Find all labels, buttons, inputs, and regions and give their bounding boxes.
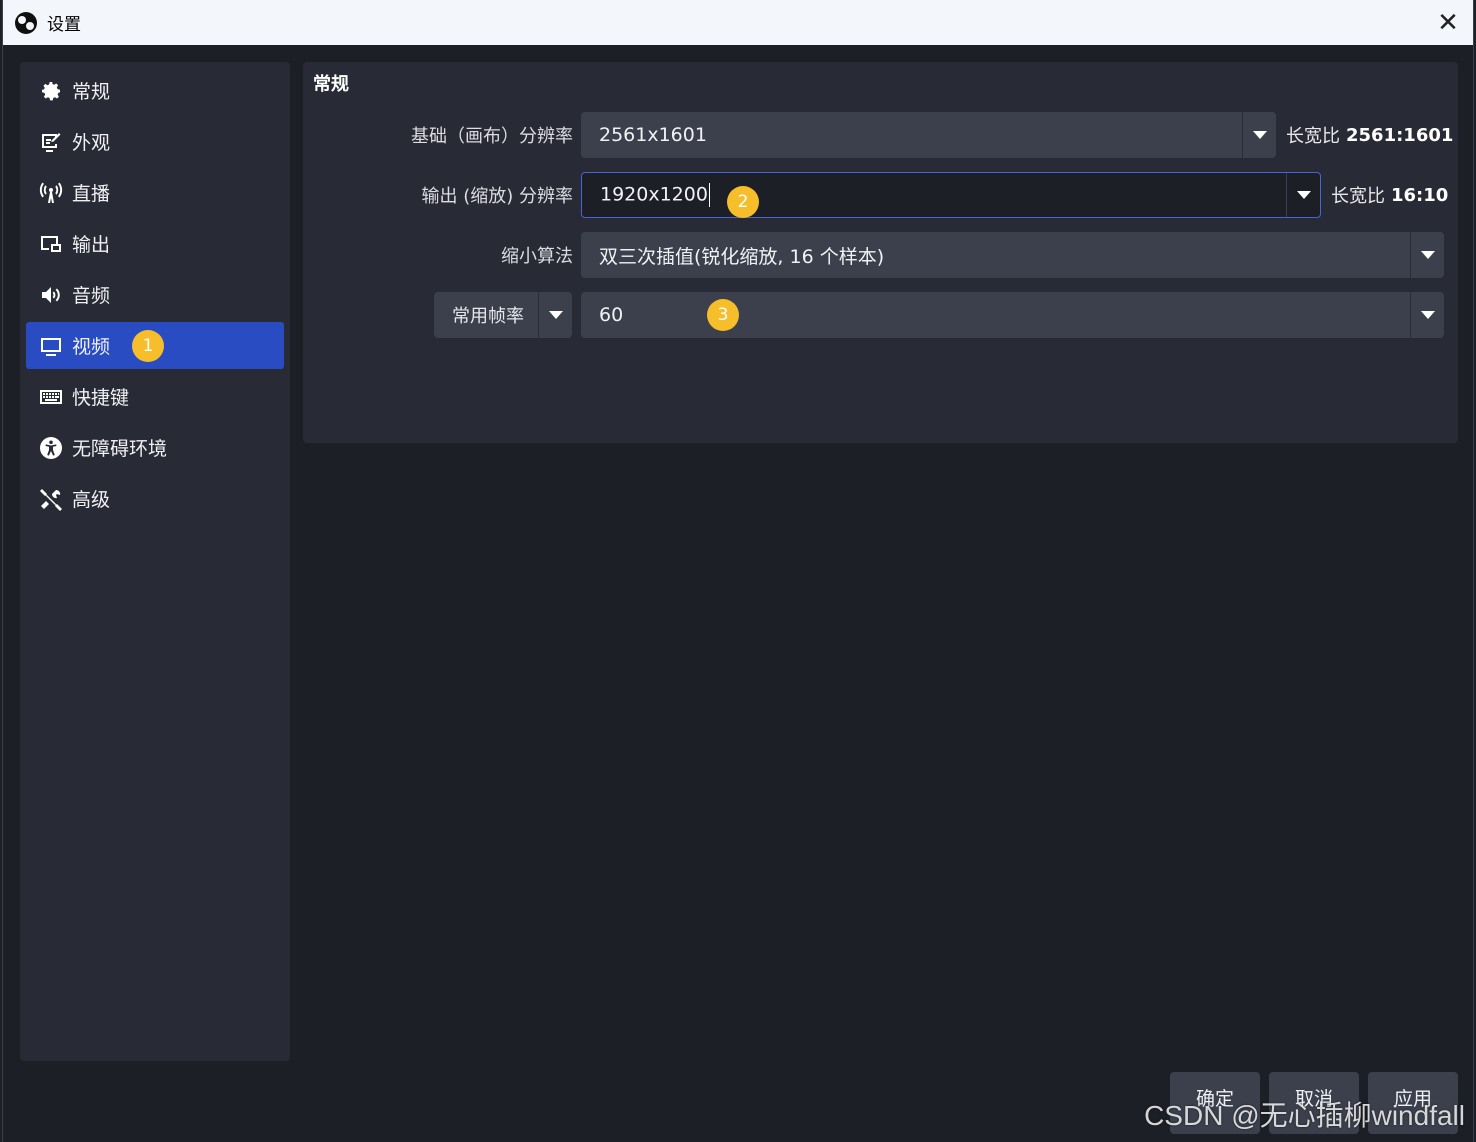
sidebar-item-video[interactable]: 视频 1 [26, 322, 284, 369]
base-aspect-ratio: 长宽比 2561:1601 [1286, 124, 1454, 148]
sidebar-item-label: 无障碍环境 [72, 438, 168, 460]
fps-value: 60 [599, 304, 624, 326]
output-aspect-ratio: 长宽比 16:10 [1331, 184, 1449, 208]
base-resolution-combo[interactable]: 2561x1601 [581, 112, 1276, 158]
output-resolution-row: 输出 (缩放) 分辨率 1920x1200 2 长宽比 16:10 [303, 172, 1458, 218]
sidebar-item-label: 视频 [72, 336, 111, 358]
sidebar-item-stream[interactable]: 直播 [26, 169, 284, 216]
sidebar-item-hotkeys[interactable]: 快捷键 [26, 373, 284, 420]
sidebar-item-general[interactable]: 常规 [26, 67, 284, 114]
fps-row: 常用帧率 60 3 [303, 292, 1458, 338]
fps-type-value: 常用帧率 [452, 306, 524, 327]
downscale-filter-row: 缩小算法 双三次插值(锐化缩放, 16 个样本) [303, 232, 1458, 278]
sidebar-item-label: 外观 [72, 132, 111, 154]
output-resolution-combo[interactable]: 1920x1200 [581, 172, 1321, 218]
step-marker-1: 1 [132, 330, 164, 362]
close-icon[interactable]: ✕ [1433, 8, 1463, 38]
sidebar-item-label: 快捷键 [72, 387, 130, 409]
sidebar-item-label: 直播 [72, 183, 111, 205]
chevron-down-icon[interactable] [1410, 232, 1444, 278]
base-resolution-label: 基础（画布）分辨率 [411, 126, 573, 147]
obs-logo-icon [15, 11, 37, 34]
chevron-down-icon[interactable] [1410, 292, 1444, 338]
sidebar-item-audio[interactable]: 音频 [26, 271, 284, 318]
output-resolution-label: 输出 (缩放) 分辨率 [421, 186, 574, 207]
sidebar-item-appearance[interactable]: 外观 [26, 118, 284, 165]
output-icon [38, 231, 64, 257]
sidebar-item-label: 音频 [72, 285, 111, 307]
antenna-icon [38, 180, 64, 206]
settings-window: 设置 ✕ 常规 外观 直播 输出 音频 视频 1 快捷键 无障碍环境 高级 常规… [2, 0, 1474, 1142]
downscale-filter-combo[interactable]: 双三次插值(锐化缩放, 16 个样本) [581, 232, 1444, 278]
title-bar: 设置 ✕ [3, 0, 1473, 45]
sidebar-item-label: 常规 [72, 81, 111, 103]
sidebar-item-advanced[interactable]: 高级 [26, 475, 284, 522]
video-settings-panel: 常规 基础（画布）分辨率 2561x1601 长宽比 2561:1601 输出 (… [303, 62, 1458, 443]
step-marker-2: 2 [727, 186, 759, 218]
appearance-icon [38, 129, 64, 155]
base-resolution-value: 2561x1601 [599, 124, 707, 146]
watermark: CSDN @无心插柳windfall [1144, 1100, 1465, 1131]
sidebar-item-output[interactable]: 输出 [26, 220, 284, 267]
chevron-down-icon[interactable] [1286, 173, 1320, 217]
chevron-down-icon[interactable] [1242, 112, 1276, 158]
downscale-filter-value: 双三次插值(锐化缩放, 16 个样本) [599, 245, 885, 268]
text-cursor [708, 183, 711, 207]
keyboard-icon [38, 384, 64, 410]
output-resolution-value: 1920x1200 [600, 183, 708, 206]
fps-type-combo[interactable]: 常用帧率 [434, 292, 572, 338]
window-title: 设置 [47, 15, 81, 35]
chevron-down-icon[interactable] [538, 292, 572, 338]
base-resolution-row: 基础（画布）分辨率 2561x1601 长宽比 2561:1601 [303, 112, 1458, 158]
accessibility-icon [38, 435, 64, 461]
speaker-icon [38, 282, 64, 308]
step-marker-3: 3 [707, 299, 739, 331]
monitor-icon [38, 333, 64, 359]
settings-sidebar: 常规 外观 直播 输出 音频 视频 1 快捷键 无障碍环境 高级 [20, 62, 290, 1061]
sidebar-item-label: 高级 [72, 489, 111, 511]
sidebar-item-label: 输出 [72, 234, 111, 256]
tools-icon [38, 486, 64, 512]
gear-icon [38, 78, 64, 104]
panel-title: 常规 [313, 74, 349, 95]
downscale-filter-label: 缩小算法 [501, 246, 573, 267]
sidebar-item-accessibility[interactable]: 无障碍环境 [26, 424, 284, 471]
